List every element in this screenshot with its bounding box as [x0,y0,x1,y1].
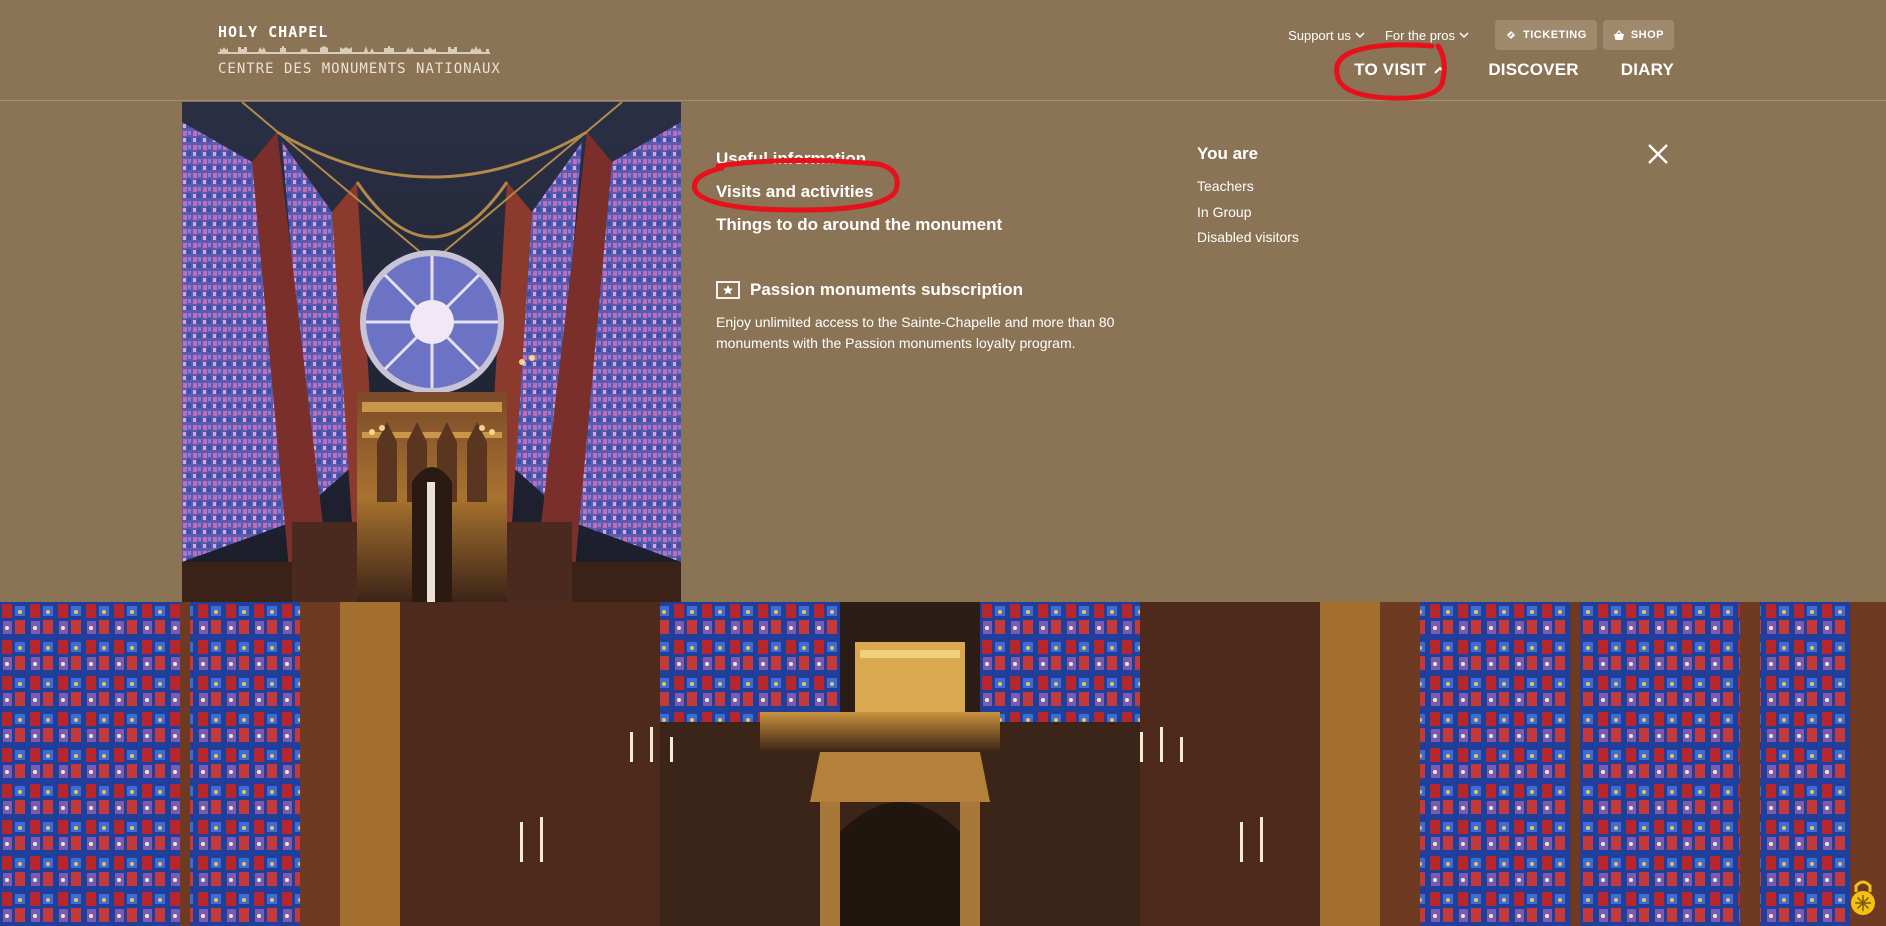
star-card-icon [716,281,740,299]
for-the-pros-dropdown[interactable]: For the pros [1385,28,1469,43]
passion-subscription-description: Enjoy unlimited access to the Sainte-Cha… [716,314,1115,351]
things-to-do-link[interactable]: Things to do around the monument [716,208,1156,241]
crowns-icon [218,46,490,54]
visit-links-column: Useful information Visits and activities… [716,142,1156,354]
logo-subtitle: CENTRE DES MONUMENTS NATIONAUX [218,61,501,77]
to-visit-mega-menu: Useful information Visits and activities… [0,102,1886,602]
cookie-lock-icon [1851,880,1875,915]
support-us-dropdown[interactable]: Support us [1288,28,1365,43]
teachers-link[interactable]: Teachers [1197,174,1497,200]
in-group-link[interactable]: In Group [1197,200,1497,226]
utility-nav: Support us For the pros TICKETING SHOP [1288,20,1674,50]
chevron-down-icon [1459,31,1469,38]
close-icon [1648,144,1668,164]
you-are-list: Teachers In Group Disabled visitors [1197,174,1497,251]
support-us-label: Support us [1288,27,1351,43]
nav-diary[interactable]: DIARY [1621,60,1674,80]
logo-title: HOLY CHAPEL [218,23,329,41]
nav-to-visit[interactable]: TO VISIT [1354,60,1447,80]
ticket-icon [1507,31,1516,39]
hero-chapel-image [0,602,1886,926]
you-are-column: You are Teachers In Group Disabled visit… [1197,142,1497,251]
ticketing-label: TICKETING [1523,29,1587,41]
chapel-interior-image [182,102,681,602]
for-the-pros-label: For the pros [1384,27,1456,43]
visits-and-activities-link[interactable]: Visits and activities [716,175,1156,208]
nav-to-visit-label: TO VISIT [1354,60,1427,79]
shop-button[interactable]: SHOP [1602,20,1674,50]
basket-icon [1613,29,1624,40]
passion-subscription-title: Passion monuments subscription [750,280,1023,299]
main-nav: TO VISIT DISCOVER DIARY [1312,60,1674,80]
chevron-down-icon [1355,31,1365,38]
close-menu-button[interactable] [1646,142,1670,166]
passion-subscription-link[interactable]: Passion monuments subscription [716,280,1156,300]
ticketing-button[interactable]: TICKETING [1495,20,1597,50]
useful-information-link[interactable]: Useful information [716,142,1156,175]
site-logo[interactable]: HOLY CHAPEL CENTRE DES MONUMENTS NATIONA… [218,23,501,80]
shop-label: SHOP [1630,29,1664,41]
you-are-title: You are [1197,144,1259,163]
site-header: HOLY CHAPEL CENTRE DES MONUMENTS NATIONA… [0,0,1886,101]
chevron-up-icon [1434,66,1447,74]
nav-discover[interactable]: DISCOVER [1488,60,1578,80]
disabled-visitors-link[interactable]: Disabled visitors [1197,225,1497,251]
cookie-settings-button[interactable] [1848,876,1878,916]
